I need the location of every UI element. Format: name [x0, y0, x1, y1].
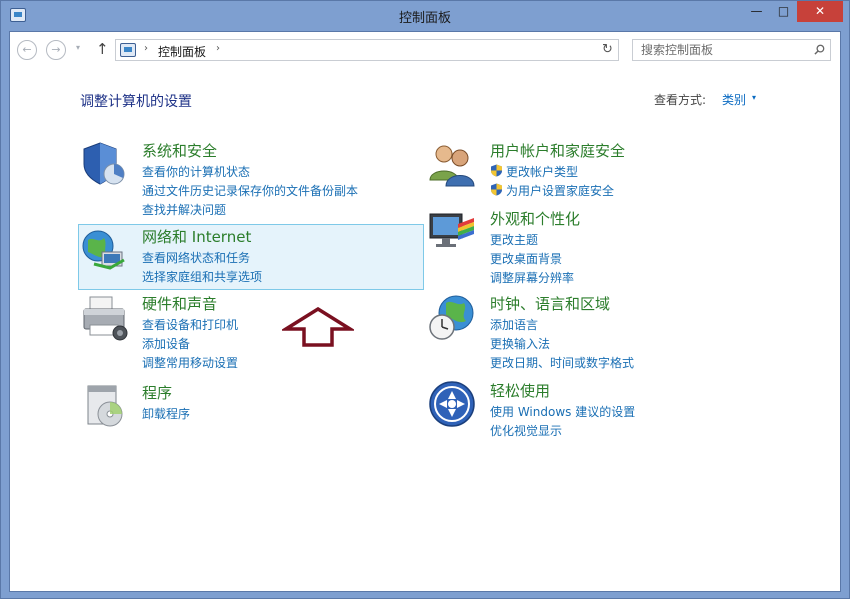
category-title[interactable]: 外观和个性化: [490, 208, 580, 229]
control-panel-icon: [120, 43, 136, 57]
network-globe-icon: [82, 230, 125, 270]
category-link[interactable]: 通过文件历史记录保存你的文件备份副本: [142, 182, 358, 199]
ease-of-access-icon: [429, 381, 475, 427]
printer-icon: [83, 296, 128, 341]
window-title: 控制面板: [398, 11, 451, 26]
search-icon[interactable]: [814, 44, 825, 55]
breadcrumb-separator[interactable]: ›: [144, 43, 148, 54]
breadcrumb-control-panel[interactable]: 控制面板: [158, 43, 206, 60]
minimize-button[interactable]: —: [743, 1, 770, 22]
category-link[interactable]: 更改主题: [490, 231, 538, 248]
watermark-logo-icon: [690, 555, 718, 583]
category-title[interactable]: 系统和安全: [142, 140, 217, 161]
category-link[interactable]: 更改日期、时间或数字格式: [490, 354, 634, 371]
view-by-label: 查看方式:: [654, 93, 707, 107]
users-icon: [429, 145, 475, 187]
category-link[interactable]: 更改桌面背景: [490, 250, 562, 267]
category-link[interactable]: 更换输入法: [490, 335, 550, 352]
category-title[interactable]: 轻松使用: [490, 380, 550, 401]
page-title: 调整计算机的设置: [80, 94, 192, 110]
address-bar[interactable]: › 控制面板 › ∨: [115, 39, 619, 61]
programs-icon: [87, 385, 123, 427]
breadcrumb-separator[interactable]: ›: [216, 43, 220, 54]
recent-locations-icon[interactable]: ▾: [76, 43, 80, 52]
client-area: ← → ▾ ↑ › 控制面板 › ∨ ↻ 调整计算机的设置 查看方式: 类别: [9, 31, 841, 592]
category-link[interactable]: 添加设备: [142, 335, 190, 352]
category-link[interactable]: 查找并解决问题: [142, 201, 226, 218]
category-link-text[interactable]: 为用户设置家庭安全: [506, 184, 614, 198]
category-link[interactable]: 添加语言: [490, 316, 538, 333]
category-link-text[interactable]: 更改帐户类型: [506, 165, 578, 179]
category-link[interactable]: 查看网络状态和任务: [142, 249, 250, 266]
navigation-bar: ← → ▾ ↑ › 控制面板 › ∨ ↻: [10, 32, 840, 68]
clock-globe-icon: [429, 295, 474, 340]
forward-button[interactable]: →: [46, 40, 66, 60]
refresh-button[interactable]: ↻: [597, 39, 619, 61]
category-title[interactable]: 硬件和声音: [142, 293, 217, 314]
back-button[interactable]: ←: [17, 40, 37, 60]
category-link[interactable]: 调整常用移动设置: [142, 354, 238, 371]
category-link[interactable]: 使用 Windows 建议的设置: [490, 403, 635, 420]
view-by-dropdown[interactable]: 类别: [722, 91, 746, 108]
monitor-palette-icon: [429, 213, 474, 247]
up-button[interactable]: ↑: [96, 40, 109, 58]
category-title[interactable]: 程序: [142, 382, 172, 403]
control-panel-window: 控制面板 — □ ✕ ← → ▾ ↑ › 控制面板 › ∨ ↻: [0, 0, 850, 599]
shield-icon: [83, 142, 125, 185]
category-link[interactable]: 查看你的计算机状态: [142, 163, 250, 180]
uac-shield-icon: [491, 183, 502, 196]
watermark-text: 系统之家: [719, 562, 803, 586]
chevron-down-icon[interactable]: ▾: [752, 93, 756, 102]
category-link[interactable]: 查看设备和打印机: [142, 316, 238, 333]
category-title[interactable]: 网络和 Internet: [142, 226, 251, 247]
maximize-button[interactable]: □: [770, 1, 797, 22]
search-input[interactable]: [641, 42, 801, 58]
category-link[interactable]: 选择家庭组和共享选项: [142, 268, 262, 285]
category-link[interactable]: 更改帐户类型: [490, 163, 578, 180]
category-title[interactable]: 用户帐户和家庭安全: [490, 140, 625, 161]
category-link[interactable]: 调整屏幕分辨率: [490, 269, 574, 286]
category-link[interactable]: 优化视觉显示: [490, 422, 562, 439]
category-link[interactable]: 为用户设置家庭安全: [490, 182, 614, 199]
uac-shield-icon: [491, 164, 502, 177]
title-bar[interactable]: 控制面板 — □ ✕: [1, 1, 849, 31]
close-button[interactable]: ✕: [797, 1, 843, 22]
search-box[interactable]: [632, 39, 831, 61]
category-title[interactable]: 时钟、语言和区域: [490, 293, 610, 314]
category-link[interactable]: 卸载程序: [142, 405, 190, 422]
up-arrow-annotation-icon: [282, 307, 354, 347]
